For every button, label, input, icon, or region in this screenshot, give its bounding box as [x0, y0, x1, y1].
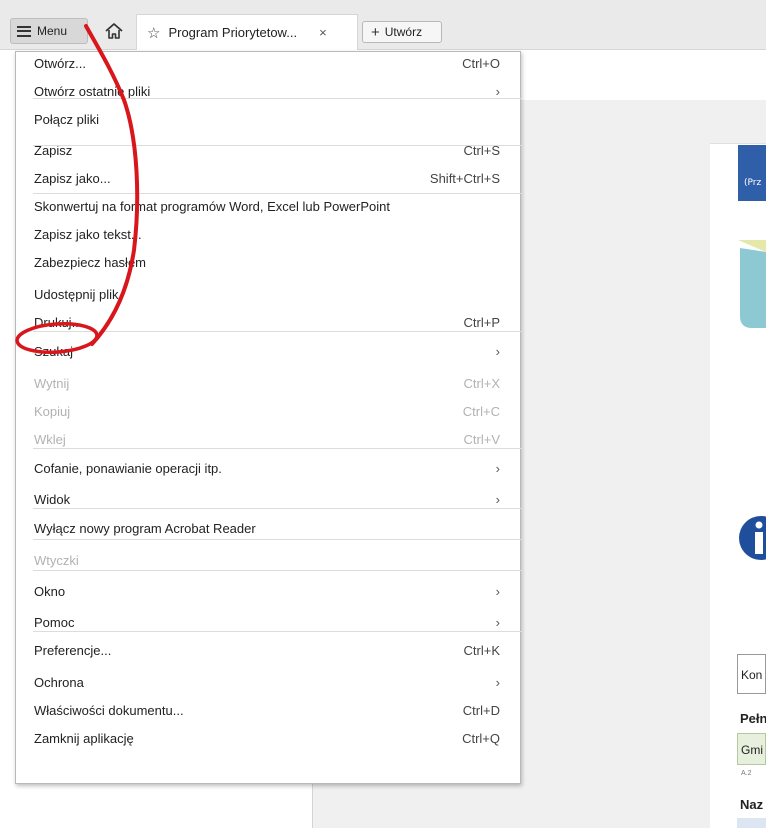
- star-icon[interactable]: ☆: [147, 24, 160, 42]
- menu-item[interactable]: Cofanie, ponawianie operacji itp. ›: [16, 456, 520, 480]
- menu-item-shortcut: Ctrl+Q: [462, 730, 500, 746]
- menu-item[interactable]: Zapisz Ctrl+S: [16, 138, 520, 162]
- menu-separator: [33, 331, 522, 332]
- create-button-label: Utwórz: [384, 25, 423, 39]
- menu-item[interactable]: Zabezpiecz hasłem: [16, 250, 520, 274]
- menu-item[interactable]: Preferencje... Ctrl+K: [16, 638, 520, 662]
- menu-item-label: Cofanie, ponawianie operacji itp.: [34, 460, 222, 476]
- menu-item-label: Kopiuj: [34, 403, 71, 419]
- menu-item-shortcut: Ctrl+K: [463, 642, 500, 658]
- document-heading-2: Naz: [740, 797, 764, 812]
- menu-item-shortcut: Ctrl+X: [463, 375, 500, 391]
- menu-button[interactable]: Menu: [10, 18, 88, 44]
- create-button[interactable]: + Utwórz: [362, 21, 442, 43]
- menu-item-label: Otwórz ostatnie pliki: [34, 83, 151, 99]
- menu-separator: [33, 570, 522, 571]
- plus-icon: +: [371, 23, 380, 41]
- menu-item-label: Właściwości dokumentu...: [34, 702, 184, 718]
- chevron-right-icon: ›: [495, 674, 500, 690]
- menu-item-label: Ochrona: [34, 674, 84, 690]
- menu-item[interactable]: Wyłącz nowy program Acrobat Reader: [16, 516, 520, 540]
- tab-bar: Menu ☆ Program Priorytetow... × + Utwórz: [0, 0, 766, 50]
- document-field: Kon: [737, 654, 766, 694]
- menu-button-label: Menu: [37, 24, 68, 38]
- menu-item-label: Zapisz jako tekst...: [34, 226, 142, 242]
- document-heading: Pełn: [740, 711, 766, 726]
- chevron-right-icon: ›: [495, 83, 500, 99]
- menu-item-label: Preferencje...: [34, 642, 112, 658]
- main-menu-dropdown: Otwórz... Ctrl+O Otwórz ostatnie pliki › Poł…: [15, 51, 522, 784]
- menu-item-shortcut: Ctrl+D: [462, 702, 500, 718]
- hamburger-icon: [17, 25, 31, 37]
- menu-item-label: Widok: [34, 491, 71, 507]
- menu-separator: [33, 145, 522, 146]
- menu-item[interactable]: Udostępnij plik: [16, 282, 520, 306]
- menu-item-shortcut: Shift+Ctrl+S: [429, 170, 500, 186]
- menu-separator: [33, 448, 522, 449]
- menu-item[interactable]: Właściwości dokumentu... Ctrl+D: [16, 698, 520, 722]
- menu-item[interactable]: Połącz pliki: [16, 107, 520, 131]
- document-green-field: Gmi: [737, 733, 766, 765]
- document-page-top: [710, 100, 766, 144]
- menu-item: Wtyczki: [16, 548, 520, 572]
- menu-item-label: Udostępnij plik: [34, 286, 119, 302]
- menu-item-label: Zamknij aplikację: [34, 730, 134, 746]
- menu-separator: [33, 631, 522, 632]
- menu-item[interactable]: Okno ›: [16, 579, 520, 603]
- menu-item-label: Drukuj...: [34, 314, 83, 330]
- menu-item-label: Zabezpiecz hasłem: [34, 254, 146, 270]
- menu-separator: [33, 508, 522, 509]
- menu-item-label: Pomoc: [34, 614, 75, 630]
- menu-item[interactable]: Otwórz ostatnie pliki ›: [16, 79, 520, 103]
- menu-item-label: Połącz pliki: [34, 111, 100, 127]
- menu-item-label: Otwórz...: [34, 55, 87, 71]
- menu-item-label: Wytnij: [34, 375, 70, 391]
- menu-item-label: Wklej: [34, 431, 66, 447]
- menu-item[interactable]: Skonwertuj na format programów Word, Exc…: [16, 194, 520, 218]
- menu-item[interactable]: Otwórz... Ctrl+O: [16, 51, 520, 75]
- logo-image: [738, 240, 766, 328]
- chevron-right-icon: ›: [495, 491, 500, 507]
- menu-item[interactable]: Zapisz jako tekst...: [16, 222, 520, 246]
- menu-separator: [33, 539, 522, 540]
- document-blue-header: (Prz: [738, 145, 766, 201]
- menu-item-shortcut: Ctrl+O: [462, 55, 500, 71]
- info-icon: [739, 516, 766, 560]
- chevron-right-icon: ›: [495, 460, 500, 476]
- menu-item-shortcut: Ctrl+C: [462, 403, 500, 419]
- menu-item[interactable]: Zamknij aplikację Ctrl+Q: [16, 726, 520, 750]
- tab-title: Program Priorytetow...: [168, 25, 298, 40]
- menu-item-label: Okno: [34, 583, 66, 599]
- menu-item: Wytnij Ctrl+X: [16, 371, 520, 395]
- menu-item[interactable]: Szukaj ›: [16, 339, 520, 363]
- document-blue-field: [737, 818, 766, 828]
- menu-item[interactable]: Zapisz jako... Shift+Ctrl+S: [16, 166, 520, 190]
- menu-separator: [33, 98, 522, 99]
- menu-item-shortcut: Ctrl+P: [463, 314, 500, 330]
- menu-item-label: Wyłącz nowy program Acrobat Reader: [34, 520, 256, 536]
- close-icon[interactable]: ×: [319, 25, 327, 40]
- menu-item[interactable]: Ochrona ›: [16, 670, 520, 694]
- menu-item-label: Skonwertuj na format programów Word, Exc…: [34, 198, 390, 214]
- menu-item-label: Szukaj: [34, 343, 74, 359]
- menu-item: Kopiuj Ctrl+C: [16, 399, 520, 423]
- chevron-right-icon: ›: [495, 614, 500, 630]
- document-small-label: A.2: [741, 770, 752, 777]
- home-icon[interactable]: [103, 20, 125, 42]
- menu-item-label: Zapisz jako...: [34, 170, 111, 186]
- tab-document[interactable]: ☆ Program Priorytetow... ×: [136, 14, 358, 50]
- menu-item-label: Wtyczki: [34, 552, 79, 568]
- document-blue-header-text: (Prz: [744, 178, 762, 188]
- menu-item-shortcut: Ctrl+V: [463, 431, 500, 447]
- chevron-right-icon: ›: [495, 343, 500, 359]
- menu-separator: [33, 193, 522, 194]
- chevron-right-icon: ›: [495, 583, 500, 599]
